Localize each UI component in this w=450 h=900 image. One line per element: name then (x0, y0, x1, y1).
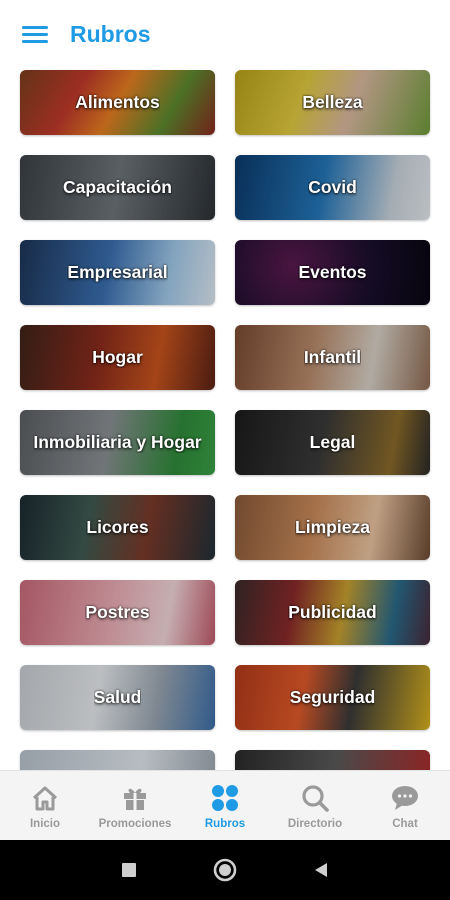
nav-item-chat[interactable]: Chat (360, 771, 450, 841)
category-label: Seguridad (289, 687, 376, 707)
category-label: Postres (85, 602, 150, 622)
gift-icon (119, 782, 151, 814)
category-card[interactable]: Inmobiliaria y Hogar (20, 410, 215, 475)
category-card[interactable]: Seguridad (235, 665, 430, 730)
category-label: Eventos (298, 262, 367, 282)
grid-dots-icon (209, 782, 241, 814)
category-label: Empresarial (67, 262, 168, 282)
category-card[interactable]: Limpieza (235, 495, 430, 560)
category-card[interactable]: Hogar (20, 325, 215, 390)
category-grid: Alimentos Belleza Capacitación Covid Empresa… (0, 68, 450, 770)
category-label: Alimentos (75, 92, 160, 112)
home-icon (29, 782, 61, 814)
android-system-bar (0, 840, 450, 900)
category-card[interactable]: Publicidad (235, 580, 430, 645)
category-card[interactable]: Licores (20, 495, 215, 560)
category-label: Covid (308, 177, 357, 197)
nav-label: Directorio (287, 817, 343, 830)
category-label: Limpieza (295, 517, 370, 537)
category-label: Salud (93, 687, 142, 707)
category-label: Publicidad (288, 602, 377, 622)
category-label: Inmobiliaria y Hogar (33, 432, 202, 452)
nav-label: Promociones (98, 817, 172, 830)
category-label: Licores (86, 517, 149, 537)
category-card[interactable]: Legal (235, 410, 430, 475)
nav-item-directorio[interactable]: Directorio (270, 771, 360, 841)
nav-item-inicio[interactable]: Inicio (0, 771, 90, 841)
nav-item-promociones[interactable]: Promociones (90, 771, 180, 841)
category-card[interactable] (235, 750, 430, 770)
category-card[interactable]: Eventos (235, 240, 430, 305)
nav-label: Rubros (204, 817, 246, 830)
search-icon (299, 782, 331, 814)
category-card[interactable] (20, 750, 215, 770)
category-label: Hogar (92, 347, 143, 367)
nav-item-rubros[interactable]: Rubros (180, 771, 270, 841)
category-card[interactable]: Empresarial (20, 240, 215, 305)
back-triangle-icon[interactable] (309, 858, 333, 882)
nav-label: Inicio (29, 817, 61, 830)
category-label: Infantil (303, 347, 362, 367)
home-circle-icon[interactable] (213, 858, 237, 882)
category-card[interactable]: Postres (20, 580, 215, 645)
app-header: Rubros (0, 0, 450, 68)
recents-square-icon[interactable] (117, 858, 141, 882)
category-card[interactable]: Belleza (235, 70, 430, 135)
chat-bubble-icon (389, 782, 421, 814)
category-label: Belleza (302, 92, 363, 112)
page-title: Rubros (70, 20, 151, 47)
category-card[interactable]: Alimentos (20, 70, 215, 135)
nav-label: Chat (392, 817, 418, 830)
category-label: Capacitación (63, 177, 172, 197)
category-label: Legal (309, 432, 356, 452)
category-card[interactable]: Capacitación (20, 155, 215, 220)
category-card[interactable]: Salud (20, 665, 215, 730)
category-card[interactable]: Infantil (235, 325, 430, 390)
category-card[interactable]: Covid (235, 155, 430, 220)
categories-scroll-area[interactable]: Alimentos Belleza Capacitación Covid Empresa… (0, 68, 450, 770)
hamburger-menu-icon[interactable] (22, 22, 52, 46)
bottom-navigation: Inicio Promociones Rubros Directorio Cha… (0, 770, 450, 840)
